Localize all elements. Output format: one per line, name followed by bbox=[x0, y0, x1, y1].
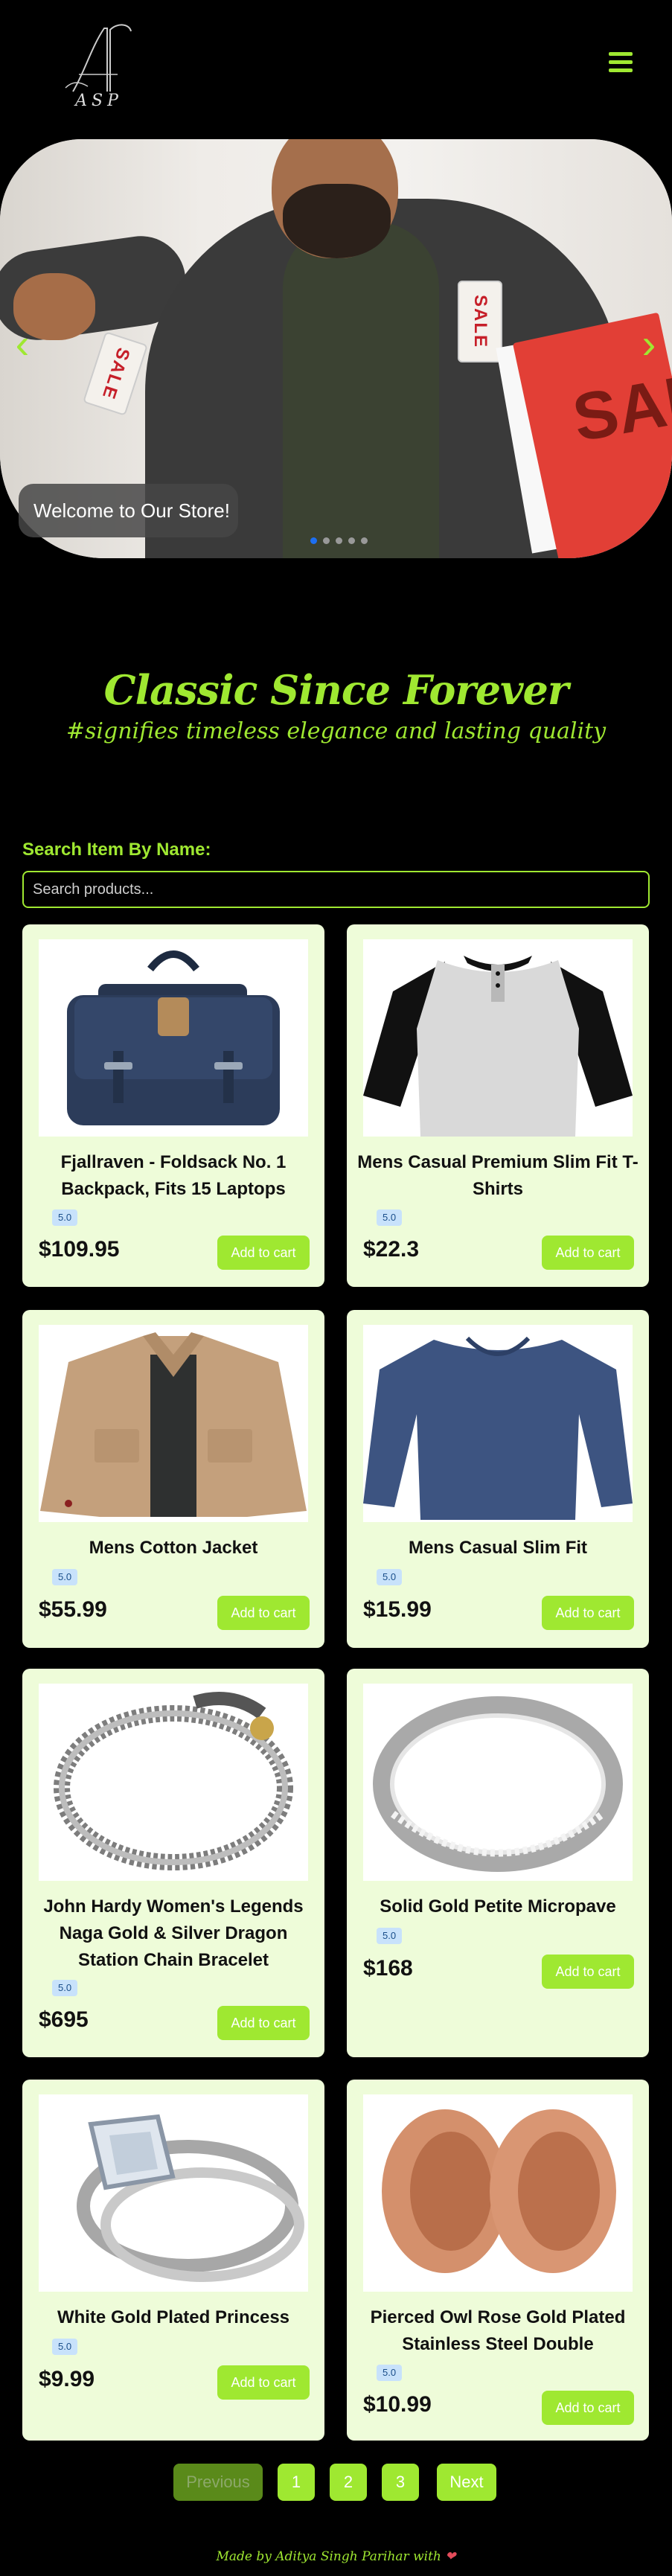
product-image[interactable] bbox=[363, 1684, 633, 1881]
carousel-dot[interactable] bbox=[361, 537, 368, 544]
product-title[interactable]: Mens Casual Premium Slim Fit T-Shirts bbox=[354, 1149, 641, 1203]
previous-page-button[interactable]: Previous bbox=[173, 2464, 263, 2501]
tagline-subtitle: #signifies timeless elegance and lasting… bbox=[65, 718, 607, 744]
rating-badge: 5.0 bbox=[377, 1569, 403, 1585]
product-price: $22.3 bbox=[363, 1237, 420, 1262]
product-card: Mens Cotton Jacket 5.0 $55.99 Add to car… bbox=[22, 1310, 324, 1648]
hamburger-icon[interactable] bbox=[609, 52, 633, 74]
product-price: $109.95 bbox=[39, 1237, 120, 1262]
product-card: Pierced Owl Rose Gold Plated Stainless S… bbox=[347, 2080, 649, 2441]
footer: Made by Aditya Singh Parihar with ❤ bbox=[0, 2549, 672, 2564]
next-page-button[interactable]: Next bbox=[437, 2464, 496, 2501]
heart-icon: ❤ bbox=[445, 2549, 456, 2564]
add-to-cart-button[interactable]: Add to cart bbox=[217, 1236, 310, 1270]
product-image[interactable] bbox=[39, 1325, 308, 1522]
product-price: $9.99 bbox=[39, 2367, 95, 2391]
carousel-prev-button[interactable]: ‹ bbox=[7, 322, 37, 366]
add-to-cart-button[interactable]: Add to cart bbox=[217, 1596, 310, 1630]
site-logo[interactable]: ASP bbox=[58, 21, 140, 118]
carousel-indicators bbox=[310, 537, 368, 544]
product-card: Mens Casual Premium Slim Fit T-Shirts 5.… bbox=[347, 924, 649, 1287]
rating-badge: 5.0 bbox=[52, 1569, 78, 1585]
tagline-section: Classic Since Forever #signifies timeles… bbox=[0, 666, 672, 744]
add-to-cart-button[interactable]: Add to cart bbox=[217, 2365, 310, 2400]
add-to-cart-button[interactable]: Add to cart bbox=[542, 1236, 634, 1270]
carousel-dot[interactable] bbox=[310, 537, 317, 544]
add-to-cart-button[interactable]: Add to cart bbox=[542, 1596, 634, 1630]
rating-badge: 5.0 bbox=[52, 1209, 78, 1226]
product-price: $55.99 bbox=[39, 1597, 107, 1622]
product-image[interactable] bbox=[363, 2094, 633, 2292]
product-card: White Gold Plated Princess 5.0 $9.99 Add… bbox=[22, 2080, 324, 2441]
product-title[interactable]: Fjallraven - Foldsack No. 1 Backpack, Fi… bbox=[30, 1149, 317, 1203]
add-to-cart-button[interactable]: Add to cart bbox=[217, 2006, 310, 2040]
rating-badge: 5.0 bbox=[377, 1209, 403, 1226]
product-image[interactable] bbox=[39, 2094, 308, 2292]
logo-text: ASP bbox=[75, 92, 123, 110]
product-price: $10.99 bbox=[363, 2392, 432, 2417]
site-header: ASP bbox=[0, 0, 672, 138]
tagline-title: Classic Since Forever bbox=[103, 666, 569, 714]
product-title[interactable]: Pierced Owl Rose Gold Plated Stainless S… bbox=[354, 2304, 641, 2358]
pagination: Previous 1 2 3 Next bbox=[0, 2464, 672, 2501]
carousel-dot[interactable] bbox=[336, 537, 342, 544]
product-title[interactable]: John Hardy Women's Legends Naga Gold & S… bbox=[30, 1893, 317, 1974]
product-title[interactable]: White Gold Plated Princess bbox=[30, 2304, 317, 2331]
rating-badge: 5.0 bbox=[52, 1980, 78, 1996]
product-title[interactable]: Solid Gold Petite Micropave bbox=[354, 1893, 641, 1920]
product-title[interactable]: Mens Cotton Jacket bbox=[30, 1535, 317, 1562]
product-image[interactable] bbox=[39, 939, 308, 1137]
rating-badge: 5.0 bbox=[52, 2339, 78, 2355]
add-to-cart-button[interactable]: Add to cart bbox=[542, 1955, 634, 1989]
search-label: Search Item By Name: bbox=[22, 840, 211, 860]
product-image[interactable] bbox=[363, 1325, 633, 1522]
product-image[interactable] bbox=[363, 939, 633, 1137]
product-price: $15.99 bbox=[363, 1597, 432, 1622]
carousel-next-button[interactable]: › bbox=[634, 322, 664, 366]
search-input[interactable] bbox=[22, 871, 650, 908]
product-image[interactable] bbox=[39, 1684, 308, 1881]
product-card: Fjallraven - Foldsack No. 1 Backpack, Fi… bbox=[22, 924, 324, 1287]
carousel-dot[interactable] bbox=[348, 537, 355, 544]
footer-text: Made by Aditya Singh Parihar with bbox=[216, 2549, 441, 2564]
rating-badge: 5.0 bbox=[377, 1928, 403, 1944]
add-to-cart-button[interactable]: Add to cart bbox=[542, 2391, 634, 2425]
rating-badge: 5.0 bbox=[377, 2365, 403, 2381]
product-card: Solid Gold Petite Micropave 5.0 $168 Add… bbox=[347, 1669, 649, 2057]
product-card: Mens Casual Slim Fit 5.0 $15.99 Add to c… bbox=[347, 1310, 649, 1648]
page-button-3[interactable]: 3 bbox=[382, 2464, 419, 2501]
product-price: $695 bbox=[39, 2007, 89, 2032]
carousel-dot[interactable] bbox=[323, 537, 330, 544]
hero-caption: Welcome to Our Store! bbox=[19, 484, 238, 537]
page-button-1[interactable]: 1 bbox=[278, 2464, 315, 2501]
product-price: $168 bbox=[363, 1956, 413, 1981]
product-title[interactable]: Mens Casual Slim Fit bbox=[354, 1535, 641, 1562]
page-button-2[interactable]: 2 bbox=[330, 2464, 367, 2501]
product-card: John Hardy Women's Legends Naga Gold & S… bbox=[22, 1669, 324, 2057]
